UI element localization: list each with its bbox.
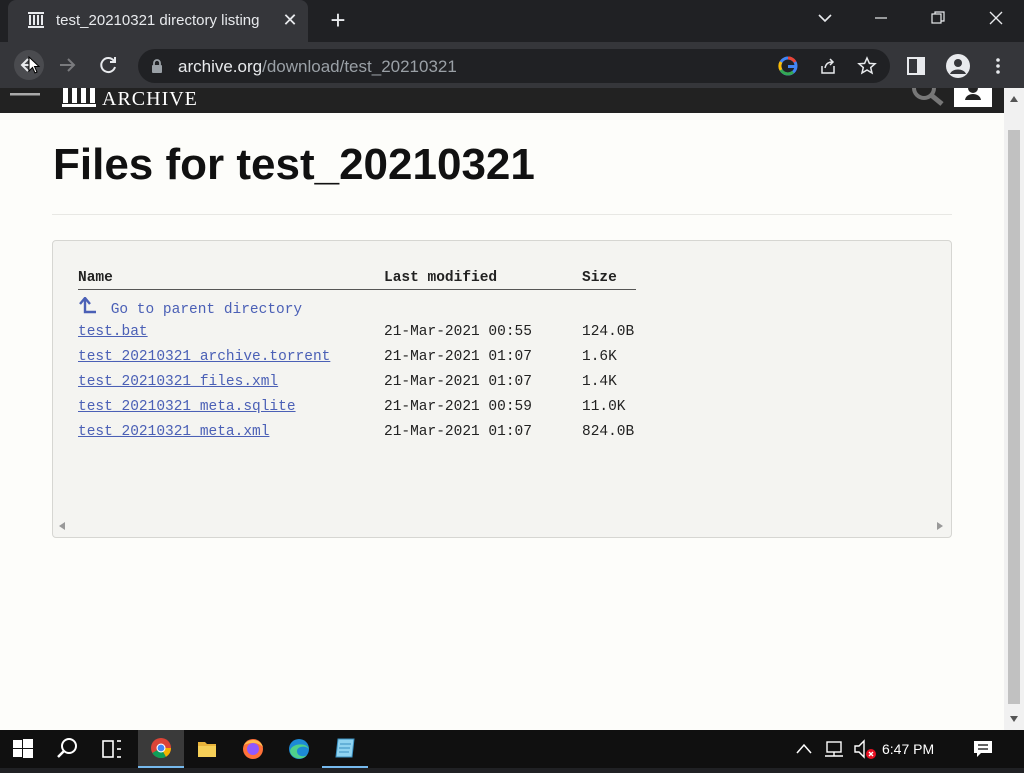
- side-panel-icon[interactable]: [906, 56, 926, 76]
- vertical-scrollbar[interactable]: [1004, 88, 1024, 730]
- file-size: 1.6K: [582, 349, 617, 365]
- scroll-up-icon[interactable]: [1009, 94, 1019, 104]
- start-button[interactable]: [0, 730, 46, 768]
- scroll-down-icon[interactable]: [1009, 714, 1019, 724]
- file-row: test_20210321_archive.torrent 21-Mar-202…: [53, 349, 951, 371]
- scrollbar-thumb[interactable]: [1008, 130, 1020, 704]
- archive-logo-icon[interactable]: [62, 88, 96, 109]
- file-modified: 21-Mar-2021 01:07: [384, 349, 532, 365]
- reload-button[interactable]: [93, 50, 123, 80]
- search-icon[interactable]: [910, 88, 946, 108]
- volume-muted-icon[interactable]: [852, 739, 878, 761]
- file-explorer-icon: [198, 742, 216, 757]
- file-size: 124.0B: [582, 324, 635, 340]
- file-modified: 21-Mar-2021 00:55: [384, 324, 532, 340]
- header-rule: [78, 289, 636, 290]
- column-header-modified[interactable]: Last modified: [384, 270, 497, 286]
- chevron-up-icon[interactable]: [795, 741, 813, 757]
- site-nav-bar: ARCHIVE: [0, 88, 1004, 113]
- page-viewport: ARCHIVE Files for test_20210321 Name Las…: [0, 88, 1004, 730]
- tab-search-icon[interactable]: [810, 6, 840, 32]
- scroll-left-icon[interactable]: [57, 521, 67, 531]
- share-icon[interactable]: [818, 56, 838, 76]
- restore-button[interactable]: [923, 6, 953, 32]
- windows-start-icon: [13, 739, 33, 758]
- file-row: test.bat 21-Mar-2021 00:55 124.0B: [53, 324, 951, 346]
- close-window-button[interactable]: [981, 6, 1011, 32]
- file-row: test_20210321_files.xml 21-Mar-2021 01:0…: [53, 374, 951, 396]
- profile-avatar-icon[interactable]: [945, 53, 971, 79]
- browser-toolbar: archive.org/download/test_20210321: [0, 42, 1024, 88]
- hamburger-menu-icon[interactable]: [10, 88, 40, 102]
- tab-close-icon[interactable]: ✕: [280, 10, 300, 30]
- taskbar-notepad[interactable]: [322, 730, 368, 768]
- file-size: 824.0B: [582, 424, 635, 440]
- parent-directory-link[interactable]: Go to parent directory: [78, 296, 302, 318]
- url-text: archive.org/download/test_20210321: [178, 57, 457, 76]
- file-row: test_20210321_meta.xml 21-Mar-2021 01:07…: [53, 424, 951, 446]
- divider: [52, 214, 952, 215]
- file-link[interactable]: test.bat: [78, 324, 148, 340]
- minimize-button[interactable]: [866, 6, 896, 32]
- file-modified: 21-Mar-2021 01:07: [384, 374, 532, 390]
- forward-button[interactable]: [52, 50, 82, 80]
- taskbar-edge[interactable]: [276, 730, 322, 768]
- windows-taskbar: 6:47 PM: [0, 730, 1024, 768]
- file-link[interactable]: test_20210321_archive.torrent: [78, 349, 330, 365]
- archive-favicon-icon: [28, 12, 44, 28]
- browser-tab[interactable]: test_20210321 directory listing ✕: [8, 0, 308, 42]
- horizontal-scrollbar[interactable]: [57, 519, 945, 533]
- file-size: 1.4K: [582, 374, 617, 390]
- directory-listing: Name Last modified Size Go to parent dir…: [52, 240, 952, 538]
- taskbar-search-button[interactable]: [44, 730, 90, 768]
- bookmark-star-icon[interactable]: [857, 56, 877, 76]
- firefox-icon: [243, 739, 263, 759]
- task-view-icon: [102, 740, 121, 758]
- file-modified: 21-Mar-2021 00:59: [384, 399, 532, 415]
- up-arrow-icon: [79, 296, 96, 314]
- address-bar[interactable]: archive.org/download/test_20210321: [138, 49, 890, 83]
- user-icon: [965, 88, 981, 100]
- task-view-button[interactable]: [89, 730, 135, 768]
- file-link[interactable]: test_20210321_files.xml: [78, 374, 278, 390]
- taskbar-chrome[interactable]: [138, 730, 184, 768]
- search-icon: [57, 738, 77, 758]
- file-link[interactable]: test_20210321_meta.sqlite: [78, 399, 296, 415]
- file-modified: 21-Mar-2021 01:07: [384, 424, 532, 440]
- file-size: 11.0K: [582, 399, 626, 415]
- notifications-icon[interactable]: [972, 739, 994, 759]
- chrome-icon: [151, 738, 172, 759]
- page-title: Files for test_20210321: [53, 140, 535, 189]
- mouse-cursor-icon: [28, 56, 41, 74]
- tab-title: test_20210321 directory listing: [56, 12, 260, 29]
- taskbar-firefox[interactable]: [230, 730, 276, 768]
- system-clock[interactable]: 6:47 PM: [882, 741, 934, 757]
- notepad-icon: [335, 738, 355, 758]
- network-icon[interactable]: [823, 740, 845, 758]
- column-header-size[interactable]: Size: [582, 270, 617, 286]
- taskbar-file-explorer[interactable]: [184, 730, 230, 768]
- archive-logo-text[interactable]: ARCHIVE: [102, 88, 198, 110]
- account-button[interactable]: [954, 88, 992, 107]
- new-tab-button[interactable]: +: [326, 7, 350, 34]
- scroll-right-icon[interactable]: [935, 521, 945, 531]
- google-lens-icon[interactable]: [778, 56, 798, 76]
- tab-strip: test_20210321 directory listing ✕ +: [0, 0, 1024, 42]
- column-header-name[interactable]: Name: [78, 270, 113, 286]
- file-row: test_20210321_meta.sqlite 21-Mar-2021 00…: [53, 399, 951, 421]
- edge-icon: [289, 739, 309, 759]
- kebab-menu-icon[interactable]: [988, 56, 1008, 76]
- lock-icon: [152, 59, 162, 73]
- file-link[interactable]: test_20210321_meta.xml: [78, 424, 269, 440]
